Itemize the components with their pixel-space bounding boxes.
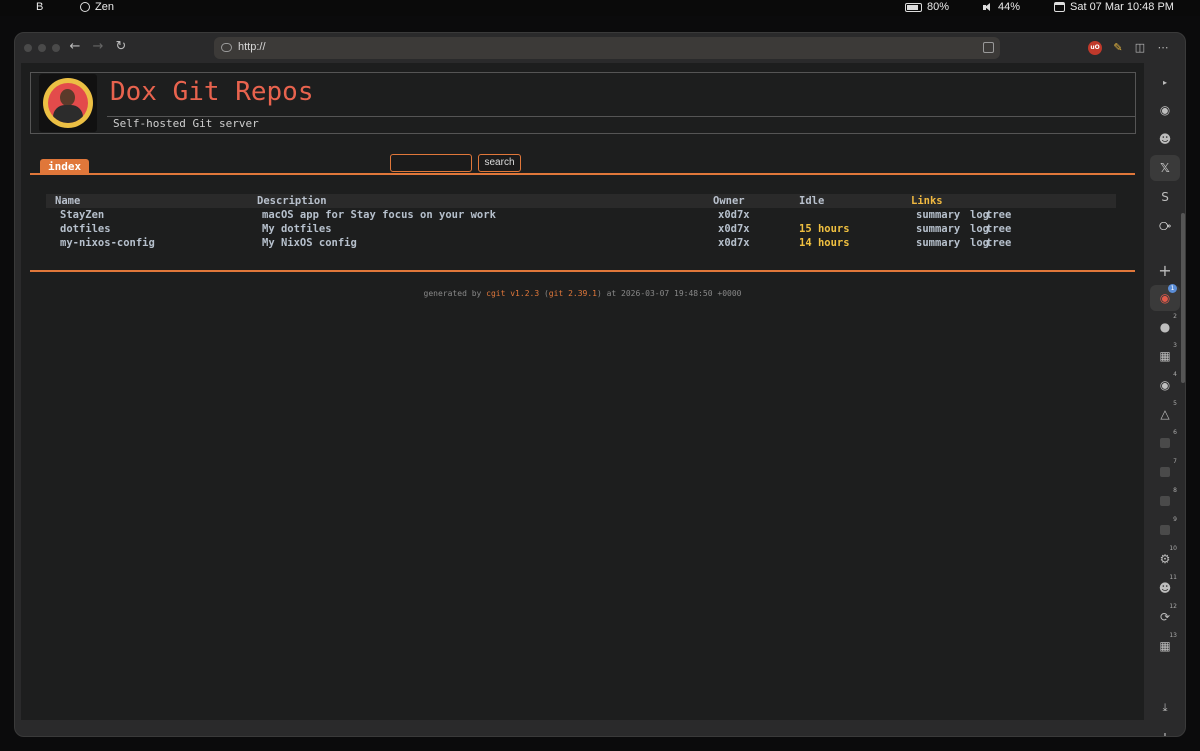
- clock[interactable]: Sat 07 Mar 10:48 PM: [1054, 1, 1174, 13]
- url-text[interactable]: http://: [238, 41, 266, 53]
- cgit-version-link[interactable]: cgit v1.2.3: [486, 289, 539, 298]
- x-icon[interactable]: 𝕏: [1150, 155, 1180, 181]
- app-menu[interactable]: B: [36, 1, 43, 13]
- tab-4-icon[interactable]: ◉ 4: [1150, 371, 1180, 398]
- repo-description[interactable]: My dotfiles: [262, 223, 332, 235]
- repo-description[interactable]: My NixOS config: [262, 237, 357, 249]
- minimize-window-button[interactable]: [38, 44, 46, 52]
- summary-link[interactable]: summary: [916, 223, 960, 235]
- forward-arrow-icon[interactable]: →: [90, 39, 106, 55]
- app-letter: B: [36, 1, 44, 13]
- sidebar-scrollbar[interactable]: [1181, 213, 1185, 383]
- tab-1-icon[interactable]: ◉ 1: [1150, 284, 1180, 311]
- tree-link[interactable]: tree: [986, 209, 1011, 221]
- tab-11-icon[interactable]: ☻ 11: [1150, 574, 1180, 601]
- compass-icon[interactable]: ⧂: [1150, 213, 1180, 239]
- github-icon[interactable]: ◉: [1150, 97, 1180, 123]
- page-title: Dox Git Repos: [110, 77, 314, 107]
- tab-12-icon[interactable]: ⟳ 12: [1150, 603, 1180, 630]
- cgit-page: Dox Git Repos Self-hosted Git server ind…: [21, 63, 1144, 720]
- add-workspace-plus-icon[interactable]: +: [1150, 725, 1180, 736]
- browser-window: ← → ↻ http:// uO ✎ ◫ ⋯ Dox Git Repos Sel…: [14, 32, 1186, 737]
- extension-icon[interactable]: ✎: [1111, 41, 1125, 55]
- repo-idle: 15 hours: [799, 223, 850, 235]
- avatar-logo[interactable]: [39, 74, 97, 132]
- menu-bar: B Zen 80% 44% Sat 07 Mar 10:48 PM: [0, 0, 1200, 16]
- tab-10-icon[interactable]: ⚙ 10: [1150, 545, 1180, 572]
- back-arrow-icon[interactable]: ←: [67, 39, 83, 55]
- footer-prefix: generated by: [423, 289, 482, 298]
- page-header: Dox Git Repos Self-hosted Git server: [30, 72, 1136, 134]
- repo-name-link[interactable]: dotfiles: [60, 223, 111, 235]
- header-divider: [107, 116, 1136, 117]
- zen-icon: [80, 2, 90, 12]
- column-header-description[interactable]: Description: [257, 195, 327, 207]
- tab-index[interactable]: index: [40, 159, 90, 173]
- zoom-window-button[interactable]: [52, 44, 60, 52]
- tab-2-icon[interactable]: ● 2: [1150, 313, 1180, 340]
- zen-menu[interactable]: Zen: [80, 1, 114, 13]
- search-button[interactable]: search: [478, 154, 521, 172]
- reddit-icon[interactable]: ☻: [1150, 126, 1180, 152]
- repo-owner[interactable]: x0d7x: [718, 237, 750, 249]
- repo-idle: 14 hours: [799, 237, 850, 249]
- address-bar[interactable]: http://: [214, 37, 1000, 59]
- datetime-text: Sat 07 Mar 10:48 PM: [1070, 1, 1174, 13]
- battery-status[interactable]: 80%: [905, 1, 949, 13]
- repo-name-link[interactable]: my-nixos-config: [60, 237, 155, 249]
- repo-description[interactable]: macOS app for Stay focus on your work: [262, 209, 496, 221]
- tree-link[interactable]: tree: [986, 223, 1011, 235]
- volume-percent: 44%: [998, 1, 1021, 13]
- new-tab-plus-icon[interactable]: +: [1150, 257, 1180, 283]
- column-header-idle[interactable]: Idle: [799, 195, 824, 207]
- reader-mode-icon[interactable]: [983, 42, 994, 53]
- repo-owner[interactable]: x0d7x: [718, 223, 750, 235]
- calendar-icon: [1054, 2, 1065, 12]
- git-version-link[interactable]: git 2.39.1: [549, 289, 597, 298]
- s-icon[interactable]: S: [1150, 184, 1180, 210]
- tab-13-icon[interactable]: ▦ 13: [1150, 632, 1180, 659]
- tab-6-icon[interactable]: 6: [1150, 429, 1180, 456]
- speaker-icon: [983, 2, 993, 12]
- site-info-icon[interactable]: [221, 43, 232, 52]
- column-header-links: Links: [911, 195, 943, 207]
- ublock-icon[interactable]: uO: [1088, 41, 1102, 55]
- tab-8-icon[interactable]: 8: [1150, 487, 1180, 514]
- battery-percent: 80%: [927, 1, 950, 13]
- tab-7-icon[interactable]: 7: [1150, 458, 1180, 485]
- sidebar-toggle-icon[interactable]: ◫: [1133, 41, 1147, 55]
- tabs-divider: [30, 173, 1135, 175]
- search-input[interactable]: [390, 154, 472, 172]
- footer-divider: [30, 270, 1135, 272]
- column-header-owner[interactable]: Owner: [713, 195, 745, 207]
- summary-link[interactable]: summary: [916, 237, 960, 249]
- browser-toolbar: ← → ↻ http:// uO ✎ ◫ ⋯: [15, 33, 1185, 63]
- page-footer: generated by cgit v1.2.3 (git 2.39.1) at…: [423, 289, 742, 298]
- tab-3-icon[interactable]: ▦ 3: [1150, 342, 1180, 369]
- reload-icon[interactable]: ↻: [113, 39, 129, 55]
- expand-sidebar-icon[interactable]: ▸: [1150, 69, 1180, 95]
- summary-link[interactable]: summary: [916, 209, 960, 221]
- page-description: Self-hosted Git server: [113, 117, 259, 130]
- tab-9-icon[interactable]: 9: [1150, 516, 1180, 543]
- volume-status[interactable]: 44%: [983, 1, 1020, 13]
- battery-icon: [905, 2, 922, 12]
- window-controls: [24, 44, 60, 52]
- repo-owner[interactable]: x0d7x: [718, 209, 750, 221]
- close-window-button[interactable]: [24, 44, 32, 52]
- repo-list-header: [46, 194, 1116, 208]
- footer-suffix: ) at 2026-03-07 19:48:50 +0000: [596, 289, 742, 298]
- column-header-name[interactable]: Name: [55, 195, 80, 207]
- more-menu-icon[interactable]: ⋯: [1156, 41, 1170, 55]
- tab-5-icon[interactable]: △ 5: [1150, 400, 1180, 427]
- repo-name-link[interactable]: StayZen: [60, 209, 104, 221]
- download-icon[interactable]: ⤓: [1150, 695, 1180, 721]
- app-name: Zen: [95, 1, 114, 13]
- tab-sidebar: ▸ ◉ ☻ 𝕏 S ⧂ + ◉ 1 ● 2 ▦ 3 ◉ 4 △ 5 6 7 8 9 ⚙ 10…: [1146, 63, 1184, 736]
- tree-link[interactable]: tree: [986, 237, 1011, 249]
